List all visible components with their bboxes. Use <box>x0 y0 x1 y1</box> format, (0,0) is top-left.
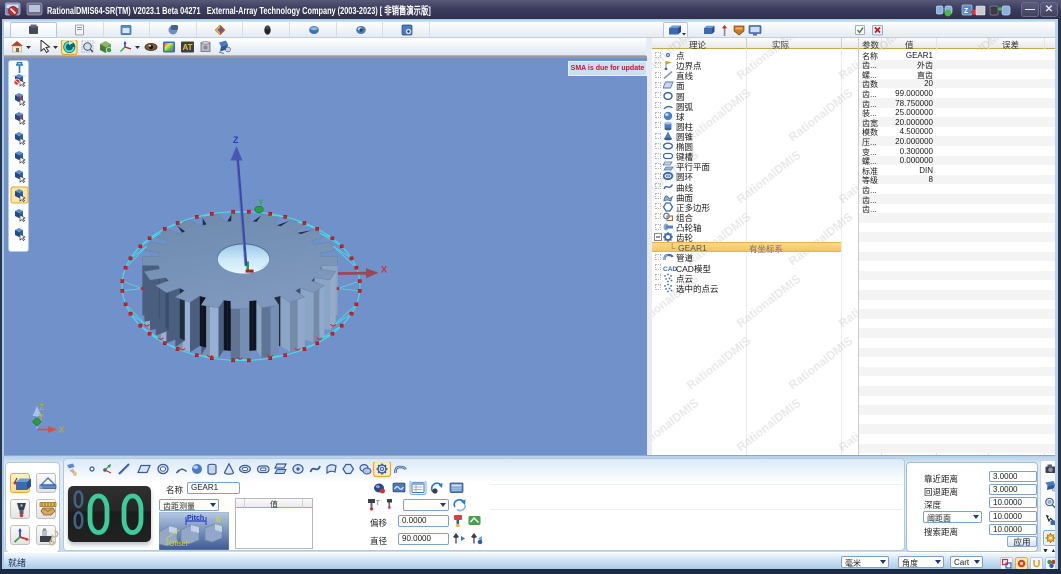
svg-text:AT: AT <box>183 43 193 52</box>
svg-text:T: T <box>376 501 380 507</box>
svg-text:Pitch: Pitch <box>187 515 204 522</box>
svg-text:X: X <box>381 265 387 275</box>
svg-text:X: X <box>59 426 65 435</box>
svg-text:Y: Y <box>258 197 264 207</box>
svg-text:Z: Z <box>964 8 969 15</box>
svg-text:D: D <box>216 517 221 524</box>
svg-text:Z: Z <box>233 135 239 145</box>
svg-text:Offset: Offset <box>169 541 188 548</box>
svg-text:Y: Y <box>39 413 45 422</box>
svg-text:Z: Z <box>39 403 44 412</box>
